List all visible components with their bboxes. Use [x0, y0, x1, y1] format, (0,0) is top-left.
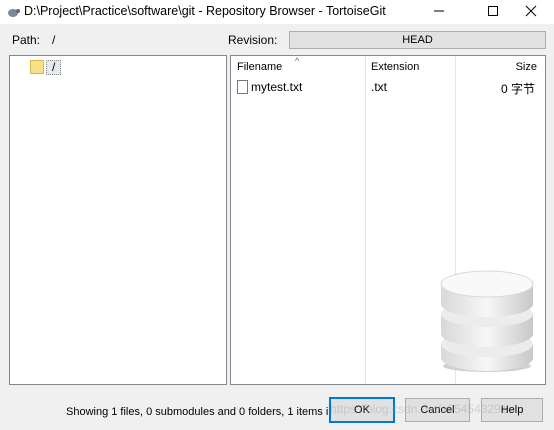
- table-row[interactable]: mytest.txt .txt 0 字节: [231, 78, 543, 96]
- close-icon: [525, 5, 537, 17]
- window-title: D:\Project\Practice\software\git - Repos…: [24, 4, 386, 18]
- tree-item-label: /: [46, 59, 62, 75]
- tree-item-root[interactable]: /: [30, 59, 62, 75]
- maximize-icon: [488, 6, 498, 16]
- file-extension: .txt: [371, 80, 388, 94]
- path-label: Path:: [12, 33, 41, 47]
- sort-ascending-icon: ^: [295, 56, 300, 66]
- text-file-icon: [237, 80, 248, 94]
- path-value: /: [52, 33, 56, 47]
- revision-label: Revision:: [228, 33, 278, 47]
- folder-tree[interactable]: /: [9, 55, 227, 385]
- minimize-button[interactable]: [416, 0, 462, 22]
- revision-button[interactable]: HEAD: [289, 31, 546, 49]
- tortoisegit-icon: [8, 9, 20, 17]
- column-header-filename[interactable]: Filename: [237, 56, 282, 78]
- column-header-extension[interactable]: Extension: [371, 56, 419, 78]
- status-text: Showing 1 files, 0 submodules and 0 fold…: [66, 406, 359, 418]
- folder-icon: [30, 60, 44, 74]
- minimize-icon: [434, 10, 444, 12]
- column-header-size[interactable]: Size: [516, 56, 537, 78]
- title-bar: D:\Project\Practice\software\git - Repos…: [0, 0, 554, 24]
- file-size: 0 字节: [500, 82, 535, 96]
- file-name: mytest.txt: [251, 80, 303, 94]
- database-icon: [440, 270, 534, 372]
- close-button[interactable]: [508, 0, 554, 22]
- watermark: https://blog.csdn.net/a954543291: [330, 402, 508, 416]
- column-separator[interactable]: [365, 56, 366, 384]
